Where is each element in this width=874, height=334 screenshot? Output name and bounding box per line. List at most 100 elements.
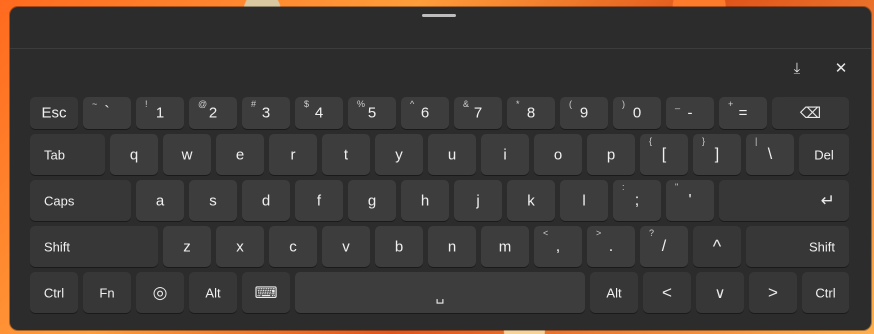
dock-icon[interactable]: ⤓ [784,57,810,79]
key-keyboard-settings[interactable]: ⌨ [242,272,290,313]
key-label: Ctrl [815,285,836,300]
key-s[interactable]: s [189,180,237,221]
key-label: \ [767,145,773,163]
key-label: Del [814,147,834,162]
key-open-bracket[interactable]: {[ [640,134,688,175]
touch-keyboard-panel: ⤓ ✕ Esc ~ ` ! 1 @2 #3 $4 % 5 ^ 6 & 7 * 8 (9 ) 0… [10,7,871,330]
key-label: f [316,192,322,209]
key-space[interactable]: ␣ [295,272,585,313]
key-b[interactable]: b [375,226,423,267]
key-backslash[interactable]: | \ [746,134,794,175]
key-label: i [503,146,507,163]
space-icon: ␣ [435,287,445,304]
key-label: a [155,192,165,209]
key-5[interactable]: % 5 [348,97,396,129]
key-semicolon[interactable]: :; [613,180,661,221]
key-delete[interactable]: Del [799,134,849,175]
key-label: s [209,192,217,209]
key-label: 7 [473,104,483,122]
key-9[interactable]: (9 [560,97,608,129]
key-6[interactable]: ^ 6 [401,97,449,129]
key-arrow-right[interactable]: > [749,272,797,313]
key-0[interactable]: ) 0 [613,97,661,129]
key-4[interactable]: $4 [295,97,343,129]
key-label: Shift [808,239,835,254]
key-n[interactable]: n [428,226,476,267]
key-comma[interactable]: <, [534,226,582,267]
key-minus[interactable]: _ - [666,97,714,129]
key-c[interactable]: c [269,226,317,267]
key-x[interactable]: x [216,226,264,267]
key-2[interactable]: @2 [189,97,237,129]
key-e[interactable]: e [216,134,264,175]
key-alt-right[interactable]: Alt [590,272,638,313]
key-a[interactable]: a [136,180,184,221]
key-label: b [394,238,404,255]
key-ctrl-left[interactable]: Ctrl [30,272,78,313]
key-enter[interactable]: ↵ [719,180,849,221]
key-label: 1 [155,104,165,122]
key-d[interactable]: d [242,180,290,221]
keyboard-icon: ⌨ [254,284,278,302]
key-esc[interactable]: Esc [30,97,78,129]
key-p[interactable]: p [587,134,635,175]
key-arrow-left[interactable]: < [643,272,691,313]
key-label: ; [634,191,640,209]
key-l[interactable]: l [560,180,608,221]
key-z[interactable]: z [163,226,211,267]
key-emoji[interactable]: ◎ [136,272,184,313]
key-3[interactable]: #3 [242,97,290,129]
key-backtick[interactable]: ~ ` [83,97,131,129]
key-8[interactable]: * 8 [507,97,555,129]
key-j[interactable]: j [454,180,502,221]
key-i[interactable]: i [481,134,529,175]
keyboard-titlebar[interactable] [10,7,871,49]
key-7[interactable]: & 7 [454,97,502,129]
key-o[interactable]: o [534,134,582,175]
key-equals[interactable]: + = [719,97,767,129]
key-close-bracket[interactable]: }] [693,134,741,175]
key-w[interactable]: w [163,134,211,175]
key-v[interactable]: v [322,226,370,267]
key-u[interactable]: u [428,134,476,175]
key-label: l [582,192,586,209]
key-fn[interactable]: Fn [83,272,131,313]
key-g[interactable]: g [348,180,396,221]
key-1[interactable]: ! 1 [136,97,184,129]
key-shift-right[interactable]: Shift [746,226,849,267]
key-label: j [476,192,480,209]
key-backspace[interactable]: ⌫ [772,97,849,129]
key-label: Tab [44,147,65,162]
key-arrow-up[interactable]: ^ [693,226,741,267]
key-quote[interactable]: " ' [666,180,714,221]
key-h[interactable]: h [401,180,449,221]
key-ctrl-right[interactable]: Ctrl [802,272,849,313]
key-label: 0 [632,104,642,122]
key-sec-label: > [596,228,602,238]
key-label: Alt [606,285,622,300]
key-label: u [447,146,457,163]
key-label: n [447,238,457,255]
key-sec-label: ? [649,228,655,238]
key-label: ` [104,104,110,121]
key-k[interactable]: k [507,180,555,221]
key-sec-label: | [755,136,758,146]
key-sec-label: : [622,182,625,192]
key-q[interactable]: q [110,134,158,175]
key-sec-label: } [702,136,706,146]
key-t[interactable]: t [322,134,370,175]
key-alt-left[interactable]: Alt [189,272,237,313]
key-tab[interactable]: Tab [30,134,105,175]
key-arrow-down[interactable]: ∨ [696,272,744,313]
key-m[interactable]: m [481,226,529,267]
close-icon[interactable]: ✕ [828,57,854,79]
key-period[interactable]: >. [587,226,635,267]
key-caps-lock[interactable]: Caps [30,180,131,221]
key-shift-left[interactable]: Shift [30,226,158,267]
key-label: Esc [41,104,67,122]
key-slash[interactable]: ? / [640,226,688,267]
key-y[interactable]: y [375,134,423,175]
key-r[interactable]: r [269,134,317,175]
drag-handle[interactable] [422,14,456,17]
key-f[interactable]: f [295,180,343,221]
